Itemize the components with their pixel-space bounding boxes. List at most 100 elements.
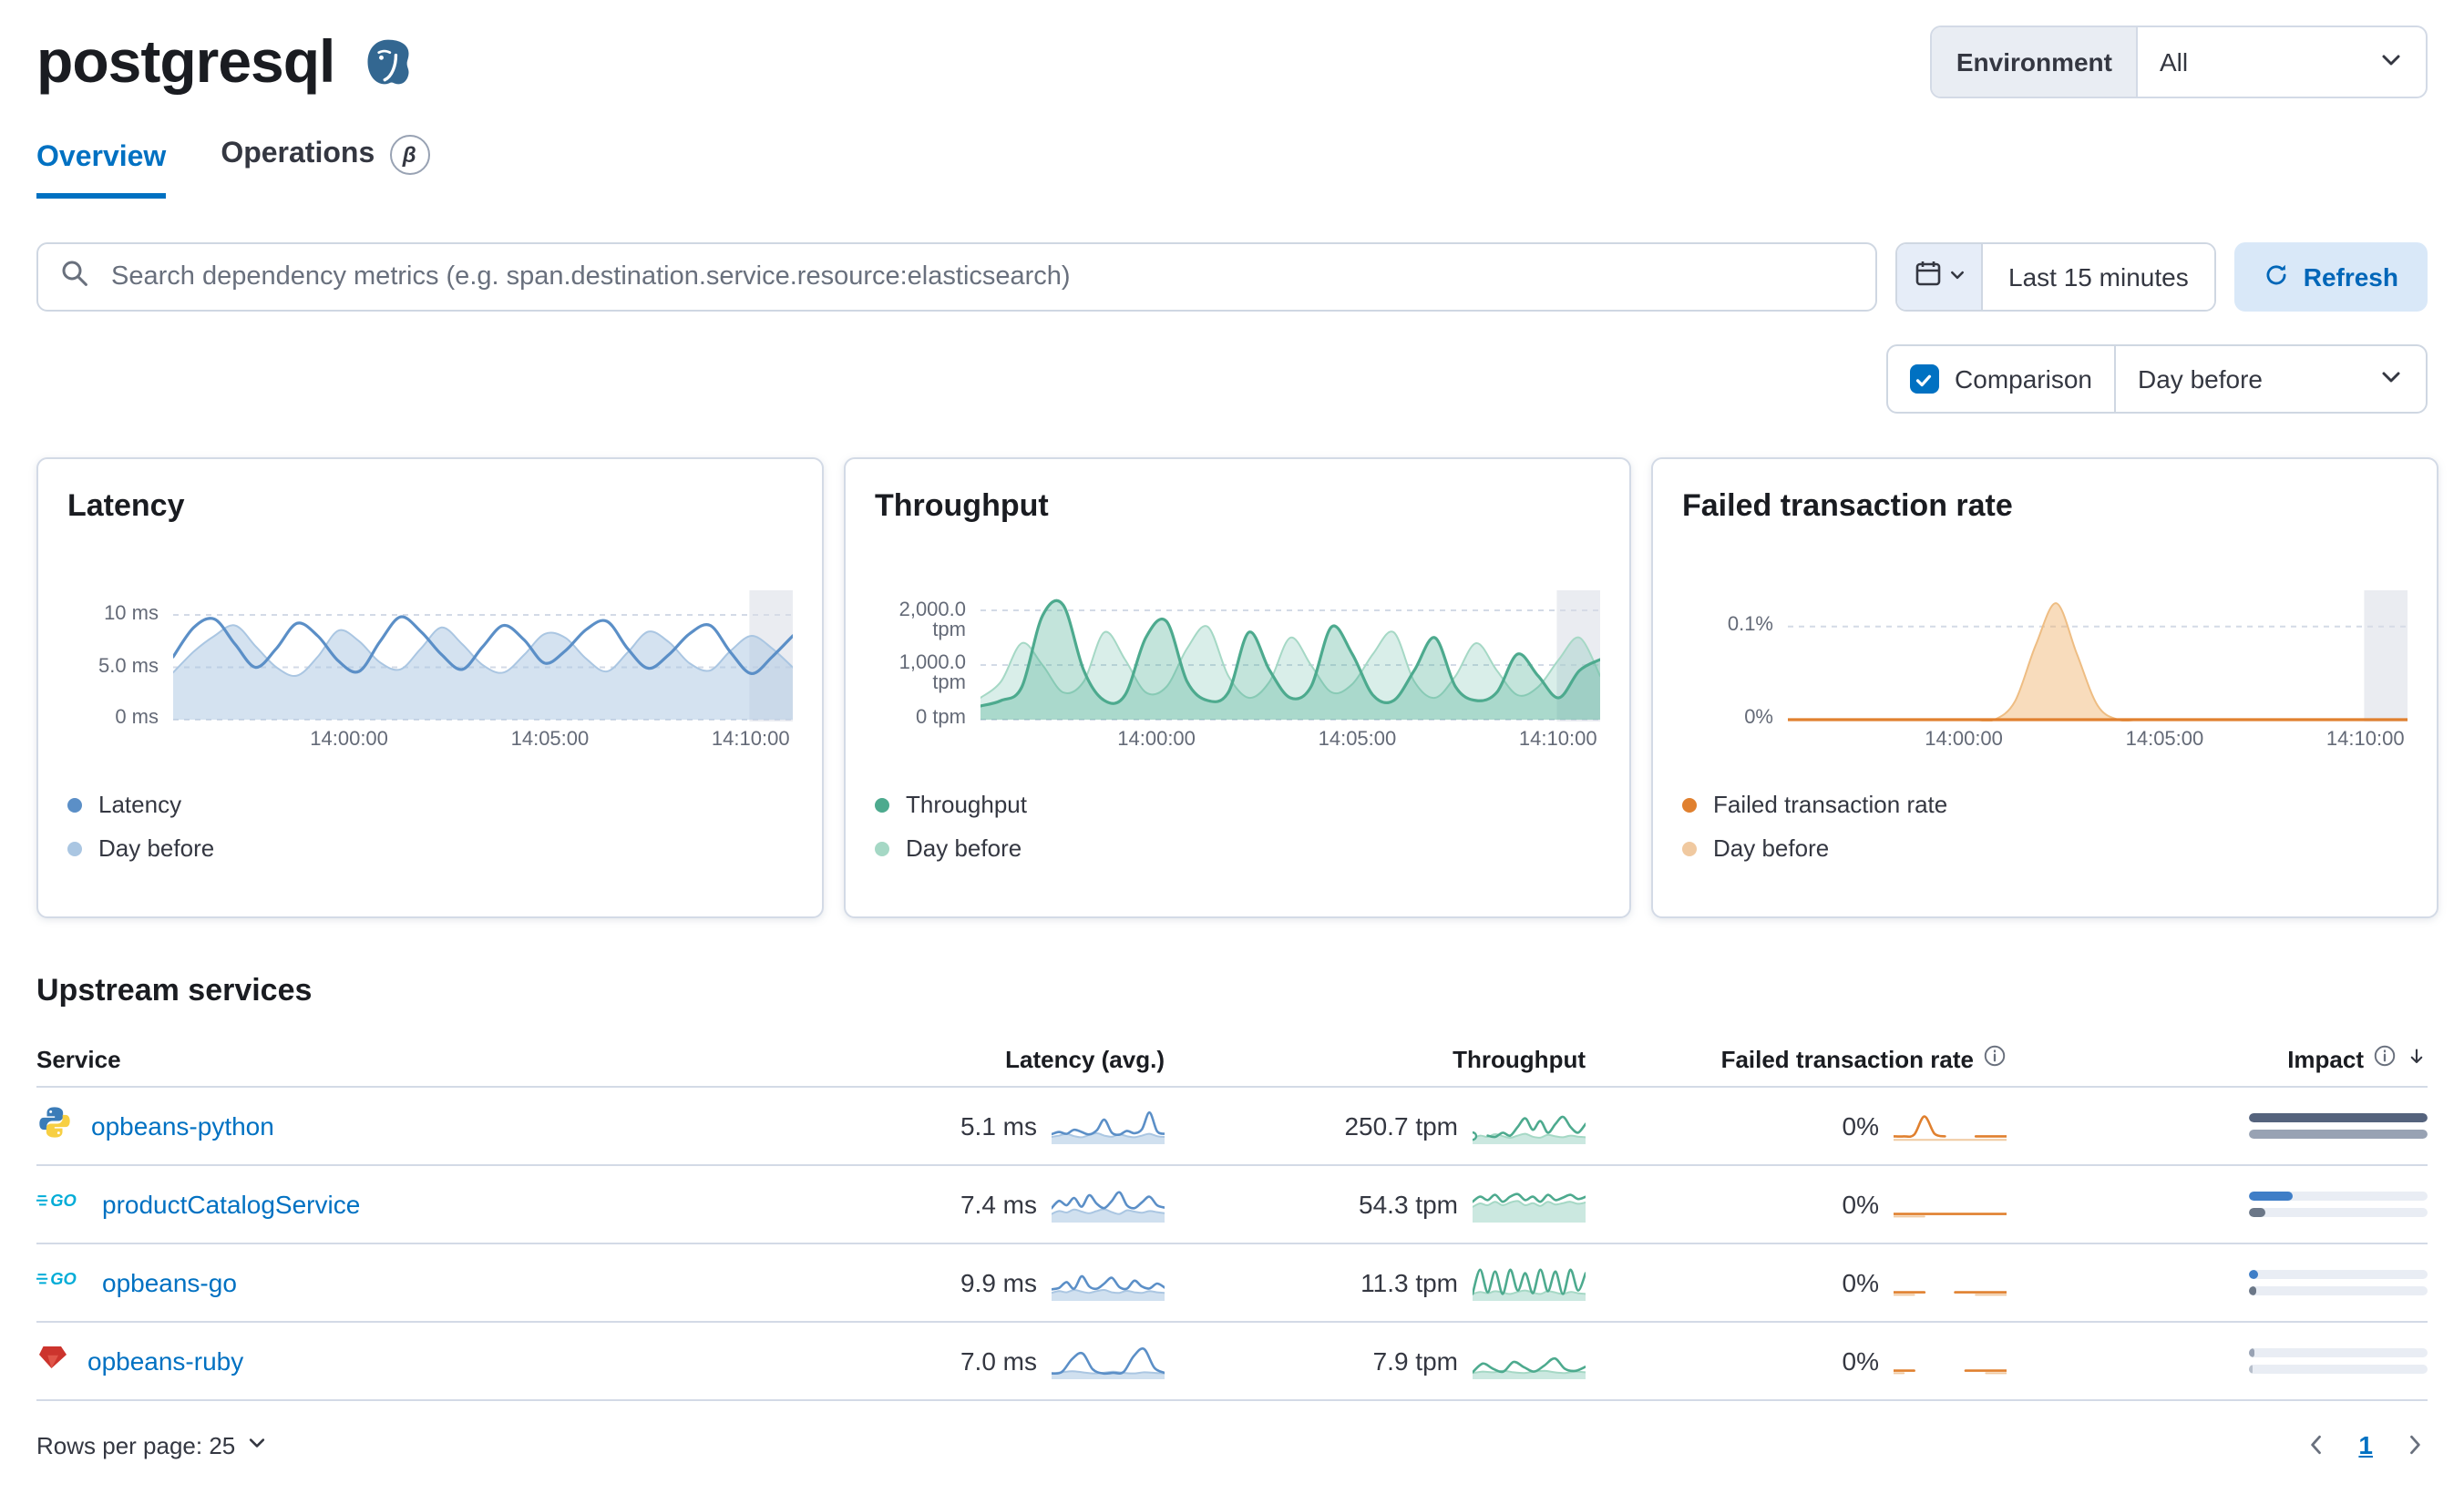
comparison-label: Comparison: [1955, 364, 2092, 394]
x-axis-tick: 14:05:00: [510, 729, 590, 751]
sort-descending-icon: [2406, 1045, 2428, 1072]
impact-bars: [2061, 1113, 2428, 1139]
comparison-checkbox-group[interactable]: Comparison: [1887, 346, 2116, 412]
environment-select[interactable]: All: [2138, 27, 2426, 97]
service-link[interactable]: opbeans-ruby: [87, 1346, 243, 1376]
comparison-row: Comparison Day before: [36, 344, 2428, 414]
failed-rate-legend: Failed transaction rate Day before: [1682, 791, 2408, 862]
comparison-checkbox[interactable]: [1909, 364, 1939, 394]
column-header-throughput[interactable]: Throughput: [1219, 1045, 1586, 1072]
x-axis: 14:00:00 14:05:00 14:10:00: [173, 729, 793, 758]
column-header-service[interactable]: Service: [36, 1045, 873, 1072]
impact-bars: [2061, 1192, 2428, 1217]
failed-rate-value: 0%: [1842, 1346, 1879, 1376]
tab-operations-label: Operations: [221, 138, 375, 169]
y-axis-tick: 0%: [1744, 707, 1773, 729]
legend-dot: [875, 841, 889, 855]
failed-rate-sparkline: [1892, 1106, 2008, 1146]
table-footer: Rows per page: 25 1: [36, 1430, 2428, 1459]
chevron-down-icon: [2378, 46, 2404, 77]
column-header-failed-rate[interactable]: Failed transaction rate: [1640, 1044, 2007, 1073]
failed-rate-card-title: Failed transaction rate: [1682, 488, 2013, 523]
failed-rate-sparkline: [1892, 1184, 2008, 1224]
legend-item-failed-rate[interactable]: Failed transaction rate: [1682, 791, 1947, 818]
legend-label: Failed transaction rate: [1713, 791, 1948, 818]
toolbar: Last 15 minutes Refresh: [36, 242, 2428, 312]
next-page-button[interactable]: [2402, 1432, 2428, 1458]
rows-per-page-button[interactable]: Rows per page: 25: [36, 1431, 268, 1458]
legend-dot: [875, 797, 889, 812]
legend-label: Throughput: [906, 791, 1027, 818]
x-axis-tick: 14:00:00: [310, 729, 388, 751]
info-icon[interactable]: [1983, 1044, 2007, 1073]
x-axis-tick: 14:00:00: [1117, 729, 1196, 751]
table-row: opbeans-python 5.1 ms 250.7 tpm 0%: [36, 1088, 2428, 1166]
throughput-sparkline: [1471, 1184, 1587, 1224]
y-axis-tick: 0 ms: [115, 707, 159, 729]
y-axis-tick: 0 tpm: [915, 707, 966, 729]
refresh-icon: [2264, 261, 2289, 292]
latency-sparkline: [1050, 1263, 1166, 1303]
service-link[interactable]: opbeans-go: [102, 1268, 237, 1297]
impact-bars: [2061, 1270, 2428, 1295]
legend-item-day-before[interactable]: Day before: [67, 834, 214, 862]
latency-card-title: Latency: [67, 488, 185, 523]
throughput-sparkline: [1471, 1263, 1587, 1303]
apm-dependency-overview-page: postgresql Environment All Overview Oper…: [0, 0, 2464, 1494]
time-range-button[interactable]: Last 15 minutes: [1983, 244, 2214, 310]
x-axis-tick: 14:00:00: [1925, 729, 2003, 751]
environment-filter-label: Environment: [1932, 27, 2138, 97]
environment-select-value: All: [2160, 47, 2189, 77]
service-link[interactable]: opbeans-python: [91, 1111, 274, 1141]
x-axis-tick: 14:10:00: [2325, 729, 2405, 751]
search-icon: [60, 258, 89, 296]
y-axis-tick: 0.1%: [1727, 614, 1773, 636]
tab-overview-label: Overview: [36, 142, 167, 173]
info-icon[interactable]: [2373, 1044, 2397, 1073]
x-axis-tick: 14:05:00: [1318, 729, 1397, 751]
latency-value: 7.4 ms: [960, 1190, 1037, 1219]
refresh-button[interactable]: Refresh: [2233, 242, 2428, 312]
page-header: postgresql Environment All: [0, 0, 2464, 98]
comparison-select[interactable]: Day before: [2116, 346, 2426, 412]
legend-item-latency[interactable]: Latency: [67, 791, 181, 818]
upstream-services-table: Service Latency (avg.) Throughput Failed…: [36, 1031, 2428, 1401]
throughput-legend: Throughput Day before: [875, 791, 1600, 862]
column-header-latency[interactable]: Latency (avg.): [928, 1045, 1165, 1072]
y-axis-tick: 2,000.0 tpm: [898, 599, 966, 641]
pagination: 1: [2304, 1430, 2428, 1459]
previous-page-button[interactable]: [2304, 1432, 2329, 1458]
y-axis-tick: 1,000.0 tpm: [898, 652, 966, 694]
x-axis-tick: 14:10:00: [1518, 729, 1597, 751]
throughput-sparkline: [1467, 1106, 1587, 1146]
legend-dot: [67, 797, 82, 812]
service-link[interactable]: productCatalogService: [102, 1190, 360, 1219]
failed-rate-plot: [1786, 590, 2409, 731]
svg-text:GO: GO: [50, 1191, 77, 1210]
y-axis-tick: 5.0 ms: [98, 656, 159, 678]
tab-operations[interactable]: Operations β: [221, 135, 430, 199]
go-icon: GO: [36, 1264, 84, 1301]
latency-sparkline: [1050, 1106, 1166, 1146]
table-row: GO productCatalogService 7.4 ms 54.3 tpm…: [36, 1166, 2428, 1244]
column-header-impact[interactable]: Impact: [2061, 1044, 2428, 1073]
legend-item-day-before[interactable]: Day before: [1682, 834, 1829, 862]
legend-dot: [1682, 841, 1697, 855]
search-input[interactable]: [108, 261, 1854, 293]
legend-item-throughput[interactable]: Throughput: [875, 791, 1027, 818]
throughput-value: 54.3 tpm: [1359, 1190, 1458, 1219]
throughput-value: 7.9 tpm: [1372, 1346, 1458, 1376]
beta-badge: β: [389, 135, 430, 175]
calendar-button[interactable]: [1897, 244, 1984, 310]
page-number[interactable]: 1: [2358, 1430, 2373, 1459]
chevron-down-icon: [2378, 363, 2404, 394]
legend-label: Day before: [98, 834, 215, 862]
legend-item-day-before[interactable]: Day before: [875, 834, 1022, 862]
throughput-value: 11.3 tpm: [1360, 1268, 1458, 1297]
calendar-icon: [1913, 258, 1942, 296]
failed-rate-value: 0%: [1842, 1268, 1879, 1297]
table-row: GO opbeans-go 9.9 ms 11.3 tpm 0%: [36, 1244, 2428, 1323]
search-box: [36, 242, 1878, 312]
legend-dot: [1682, 797, 1697, 812]
tab-overview[interactable]: Overview: [36, 142, 167, 199]
